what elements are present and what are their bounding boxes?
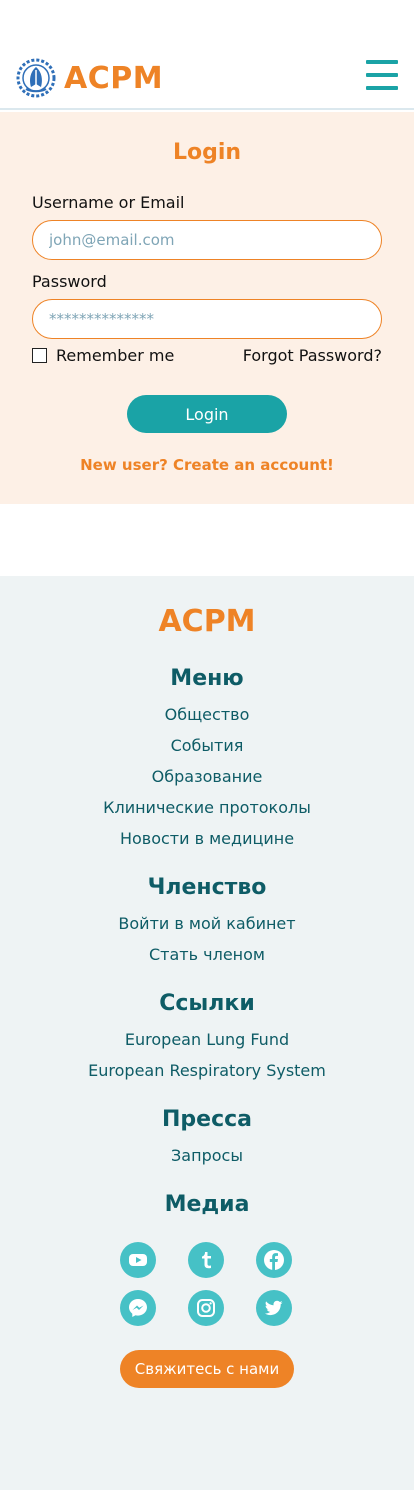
footer-link[interactable]: Запросы [0,1146,414,1165]
remember-me-toggle[interactable]: Remember me [32,346,174,365]
login-section: Login Username or Email Password Remembe… [0,112,414,504]
username-label: Username or Email [32,193,185,212]
footer-logo[interactable]: ACPM [0,604,414,639]
menu-bar [366,86,398,90]
footer-link[interactable]: Новости в медицине [0,829,414,848]
youtube-icon[interactable] [120,1242,156,1278]
footer-link[interactable]: Стать членом [0,945,414,964]
footer-link[interactable]: События [0,736,414,755]
contact-us-button[interactable]: Свяжитесь с нами [120,1350,294,1388]
footer-link[interactable]: Образование [0,767,414,786]
footer-link[interactable]: European Respiratory System [0,1061,414,1080]
footer-press-heading: Пресса [161,1107,252,1132]
remember-me-checkbox[interactable] [32,348,47,363]
footer-media-heading: Медиа [164,1192,250,1217]
instagram-icon[interactable] [188,1290,224,1326]
password-label: Password [32,272,107,291]
facebook-icon[interactable] [256,1242,292,1278]
create-account-link[interactable]: New user? Create an account! [0,456,414,474]
hamburger-menu-icon[interactable] [366,60,398,92]
footer-menu-heading: Меню [170,666,244,691]
menu-bar [366,73,398,77]
tumblr-icon[interactable] [188,1242,224,1278]
footer-link[interactable]: Общество [0,705,414,724]
site-header: ACPM [0,0,414,110]
password-input[interactable] [32,299,382,339]
logo-text: ACPM [64,60,164,96]
footer-link[interactable]: European Lung Fund [0,1030,414,1049]
emblem-icon [16,58,56,98]
footer-links-heading: Ссылки [159,991,255,1016]
footer-link[interactable]: Клинические протоколы [0,798,414,817]
site-footer: ACPM Меню Общество События Образование К… [0,576,414,1490]
twitter-icon[interactable] [256,1290,292,1326]
footer-link[interactable]: Войти в мой кабинет [0,914,414,933]
messenger-icon[interactable] [120,1290,156,1326]
site-logo[interactable]: ACPM [16,58,163,98]
username-input[interactable] [32,220,382,260]
login-button[interactable]: Login [127,395,287,433]
forgot-password-link[interactable]: Forgot Password? [243,346,382,365]
login-title: Login [172,140,242,165]
menu-bar [366,60,398,64]
footer-membership-heading: Членство [147,875,267,900]
remember-me-label: Remember me [56,346,175,365]
